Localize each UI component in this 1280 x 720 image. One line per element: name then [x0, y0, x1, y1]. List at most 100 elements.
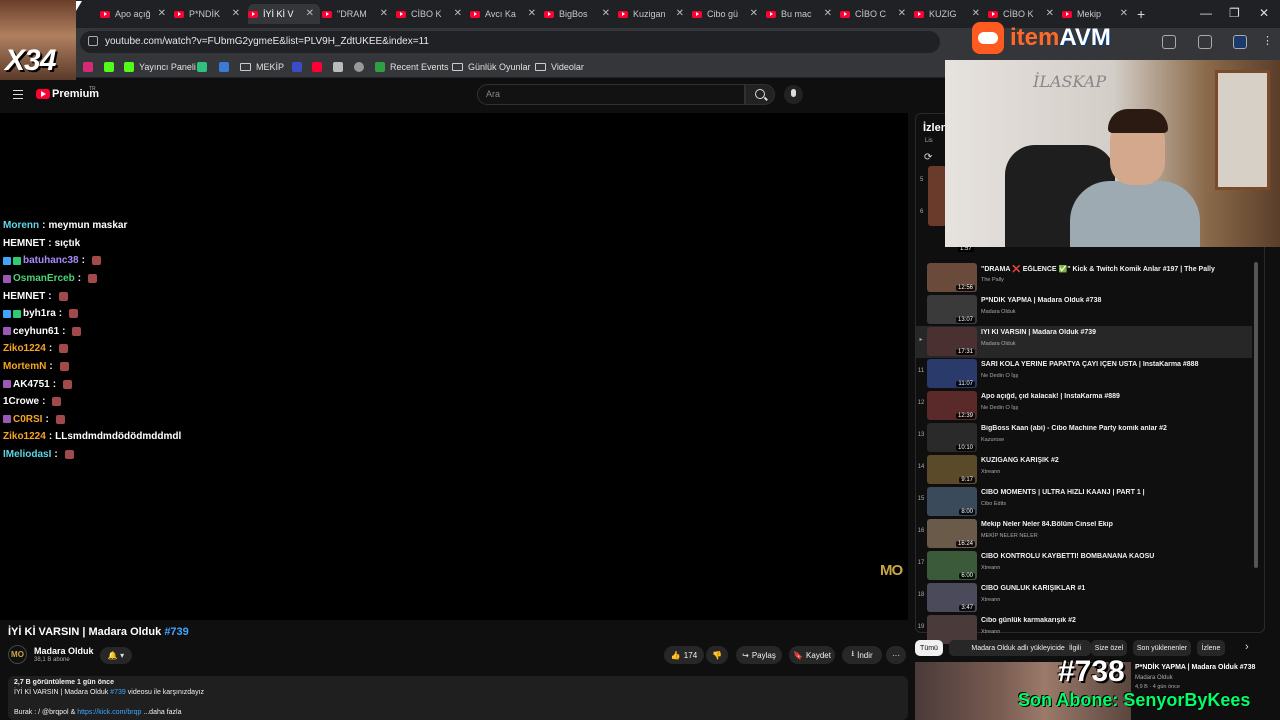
- playlist-item[interactable]: 13 10:10 BigBoss Kaan (abi) - Cibo Machine…: [916, 422, 1252, 454]
- browser-tab[interactable]: BigBos ✕: [544, 4, 616, 24]
- close-tab-icon[interactable]: ✕: [824, 8, 832, 19]
- channel-avatar[interactable]: MO: [8, 645, 27, 664]
- playlist-item-title[interactable]: Mekip Neler Neler 84.Bölüm Cinsel Ekip: [981, 521, 1251, 528]
- playlist-item[interactable]: 14 9:17 KUZİGANG KARIŞIK #2 Xtreann: [916, 454, 1252, 486]
- show-more[interactable]: ...daha fazla: [143, 709, 181, 716]
- close-tab-icon[interactable]: ✕: [306, 8, 314, 19]
- playlist-item[interactable]: 17 6:00 CİBO KONTROLÜ KAYBETTİ! BOMBANANA …: [916, 550, 1252, 582]
- bookmark-mekip[interactable]: MEKİP: [240, 60, 284, 74]
- close-tab-icon[interactable]: ✕: [454, 8, 462, 19]
- playlist-item[interactable]: 18 3:47 CİBO GÜNLÜK KARIŞIKLAR #1 Xtreann: [916, 582, 1252, 614]
- close-tab-icon[interactable]: ✕: [380, 8, 388, 19]
- loop-icon[interactable]: ⟳: [924, 152, 932, 163]
- chat-username[interactable]: C0RSI: [13, 414, 42, 425]
- partial-thumbnail[interactable]: [928, 166, 946, 226]
- filter-chip[interactable]: Tümü: [915, 640, 943, 656]
- sidepanel-icon[interactable]: [1198, 35, 1212, 49]
- playlist-item-title[interactable]: CİBO GÜNLÜK KARIŞIKLAR #1: [981, 585, 1251, 592]
- site-info-icon[interactable]: [88, 36, 98, 46]
- playlist-item[interactable]: 16 16:24 Mekip Neler Neler 84.Bölüm Cinsel…: [916, 518, 1252, 550]
- mic-icon[interactable]: [784, 85, 803, 104]
- filter-chip[interactable]: Size özel: [1091, 640, 1127, 656]
- bookmark-icon-3[interactable]: [292, 60, 307, 74]
- playlist-thumbnail[interactable]: 6:00: [927, 551, 977, 580]
- close-tab-icon[interactable]: ✕: [1120, 8, 1128, 19]
- bookmark-recent-events[interactable]: Recent Events: [375, 60, 449, 74]
- playlist-item[interactable]: 15 8:00 CİBO MOMENTS | ULTRA HIZLI KAANJ |…: [916, 486, 1252, 518]
- recommendation-channel[interactable]: Madara Olduk: [1135, 675, 1173, 681]
- chat-username[interactable]: Ziko1224: [3, 431, 46, 442]
- search-input[interactable]: Ara: [477, 84, 745, 105]
- close-tab-icon[interactable]: ✕: [898, 8, 906, 19]
- chevron-right-icon[interactable]: ›: [1245, 641, 1249, 653]
- playlist-item-title[interactable]: Apo açığd, çıd kalacak! | InstaKarma #88…: [981, 393, 1251, 400]
- browser-tab[interactable]: Avcı Ka ✕: [470, 4, 542, 24]
- close-tab-icon[interactable]: ✕: [232, 8, 240, 19]
- playlist-item-title[interactable]: SARI KOLA YERİNE PAPATYA ÇAYI İÇEN USTA …: [981, 361, 1251, 368]
- chat-username[interactable]: Morenn: [3, 220, 39, 231]
- omnibox[interactable]: youtube.com/watch?v=FUbmG2ygmeE&list=PLV…: [80, 31, 940, 53]
- extensions-icon[interactable]: [1162, 35, 1176, 49]
- close-tab-icon[interactable]: ✕: [676, 8, 684, 19]
- playlist-item-channel[interactable]: Xtreann: [981, 597, 1000, 603]
- download-button[interactable]: ⭳ İndir: [842, 646, 882, 664]
- browser-tab[interactable]: Cibo gü ✕: [692, 4, 764, 24]
- playlist-thumbnail[interactable]: 12:56: [927, 263, 977, 292]
- search-icon[interactable]: [745, 84, 775, 105]
- chat-username[interactable]: IMeliodasI: [3, 449, 51, 460]
- openai-bookmark-icon[interactable]: [354, 60, 369, 74]
- playlist-item-channel[interactable]: Xtreann: [981, 629, 1000, 635]
- bookmark-icon-1[interactable]: [197, 60, 212, 74]
- description-box[interactable]: 2,7 B görüntüleme 1 gün önce İYİ Kİ VARS…: [8, 676, 908, 720]
- browser-tab[interactable]: CİBO K ✕: [396, 4, 468, 24]
- playlist-thumbnail[interactable]: 3:47: [927, 583, 977, 612]
- filter-chip[interactable]: İzlene: [1197, 640, 1225, 656]
- playlist-item-title[interactable]: KUZİGANG KARIŞIK #2: [981, 457, 1251, 464]
- playlist-scrollbar[interactable]: [1254, 262, 1258, 568]
- playlist-item-channel[interactable]: Ne Dedin O İşş: [981, 373, 1018, 379]
- playlist-thumbnail[interactable]: 12:39: [927, 391, 977, 420]
- profile-icon[interactable]: [1233, 35, 1247, 49]
- like-button[interactable]: 👍 174: [664, 646, 704, 664]
- browser-tab[interactable]: Apo açığ ✕: [100, 4, 172, 24]
- close-window-icon[interactable]: ✕: [1259, 6, 1269, 20]
- close-tab-icon[interactable]: ✕: [750, 8, 758, 19]
- playlist-item-title[interactable]: Cibo günlük karmakarışık #2: [981, 617, 1251, 624]
- playlist-item[interactable]: 13:07 P*NDİK YAPMA | Madara Olduk #738 Mad…: [916, 294, 1252, 326]
- playlist-thumbnail[interactable]: 17:31: [927, 327, 977, 356]
- playlist-item-channel[interactable]: Xtreann: [981, 565, 1000, 571]
- chat-username[interactable]: AK4751: [13, 379, 50, 390]
- bookmark-gunluk-oyunlar[interactable]: Günlük Oyunlar: [452, 60, 531, 74]
- close-tab-icon[interactable]: ✕: [158, 8, 166, 19]
- youtube-logo-icon[interactable]: [36, 89, 50, 99]
- recommendation-title[interactable]: P*NDİK YAPMA | Madara Olduk #738: [1135, 664, 1255, 671]
- playlist-title[interactable]: İzlen: [923, 122, 947, 134]
- browser-tab[interactable]: Bu mac ✕: [766, 4, 838, 24]
- playlist-item-channel[interactable]: The Pally: [981, 277, 1004, 283]
- filter-chip[interactable]: Son yüklenenler: [1133, 640, 1191, 656]
- playlist-item-channel[interactable]: MEKİP NELER NELER: [981, 533, 1038, 539]
- chat-username[interactable]: HEMNET: [3, 291, 45, 302]
- more-actions-button[interactable]: ···: [886, 646, 906, 664]
- browser-tab[interactable]: CİBO C ✕: [840, 4, 912, 24]
- playlist-thumbnail[interactable]: 8:00: [927, 487, 977, 516]
- close-tab-icon[interactable]: ✕: [528, 8, 536, 19]
- bookmark-videolar[interactable]: Videolar: [535, 60, 584, 74]
- bookmark-yayinci-paneli[interactable]: Yayıncı Paneli: [124, 60, 196, 74]
- playlist-item[interactable]: ▸ 17:31 İYİ Kİ VARSIN | Madara Olduk #739 M…: [916, 326, 1252, 358]
- playlist-item-channel[interactable]: Kazurose: [981, 437, 1004, 443]
- chat-username[interactable]: OsmanErceb: [13, 273, 75, 284]
- playlist-item-title[interactable]: "DRAMA ❌ EĞLENCE ✅" Kick & Twitch Komik …: [981, 265, 1251, 273]
- browser-tab[interactable]: İYİ Kİ V ✕: [248, 4, 320, 24]
- chat-username[interactable]: Ziko1224: [3, 343, 46, 354]
- instagram-bookmark-icon[interactable]: [83, 60, 98, 74]
- kick-bookmark-icon[interactable]: [104, 60, 119, 74]
- playlist-item-channel[interactable]: Ne Dedin O İşş: [981, 405, 1018, 411]
- youtube-bookmark-icon[interactable]: [312, 60, 327, 74]
- chat-username[interactable]: 1Crowe: [3, 396, 39, 407]
- browser-menu-icon[interactable]: ⋮: [1262, 34, 1273, 47]
- playlist-item-title[interactable]: CİBO KONTROLÜ KAYBETTİ! BOMBANANA KAOSU: [981, 553, 1251, 560]
- maximize-icon[interactable]: ❐: [1229, 6, 1240, 20]
- chat-username[interactable]: MortemN: [3, 361, 46, 372]
- notification-bell-button[interactable]: 🔔 ▾: [100, 647, 132, 664]
